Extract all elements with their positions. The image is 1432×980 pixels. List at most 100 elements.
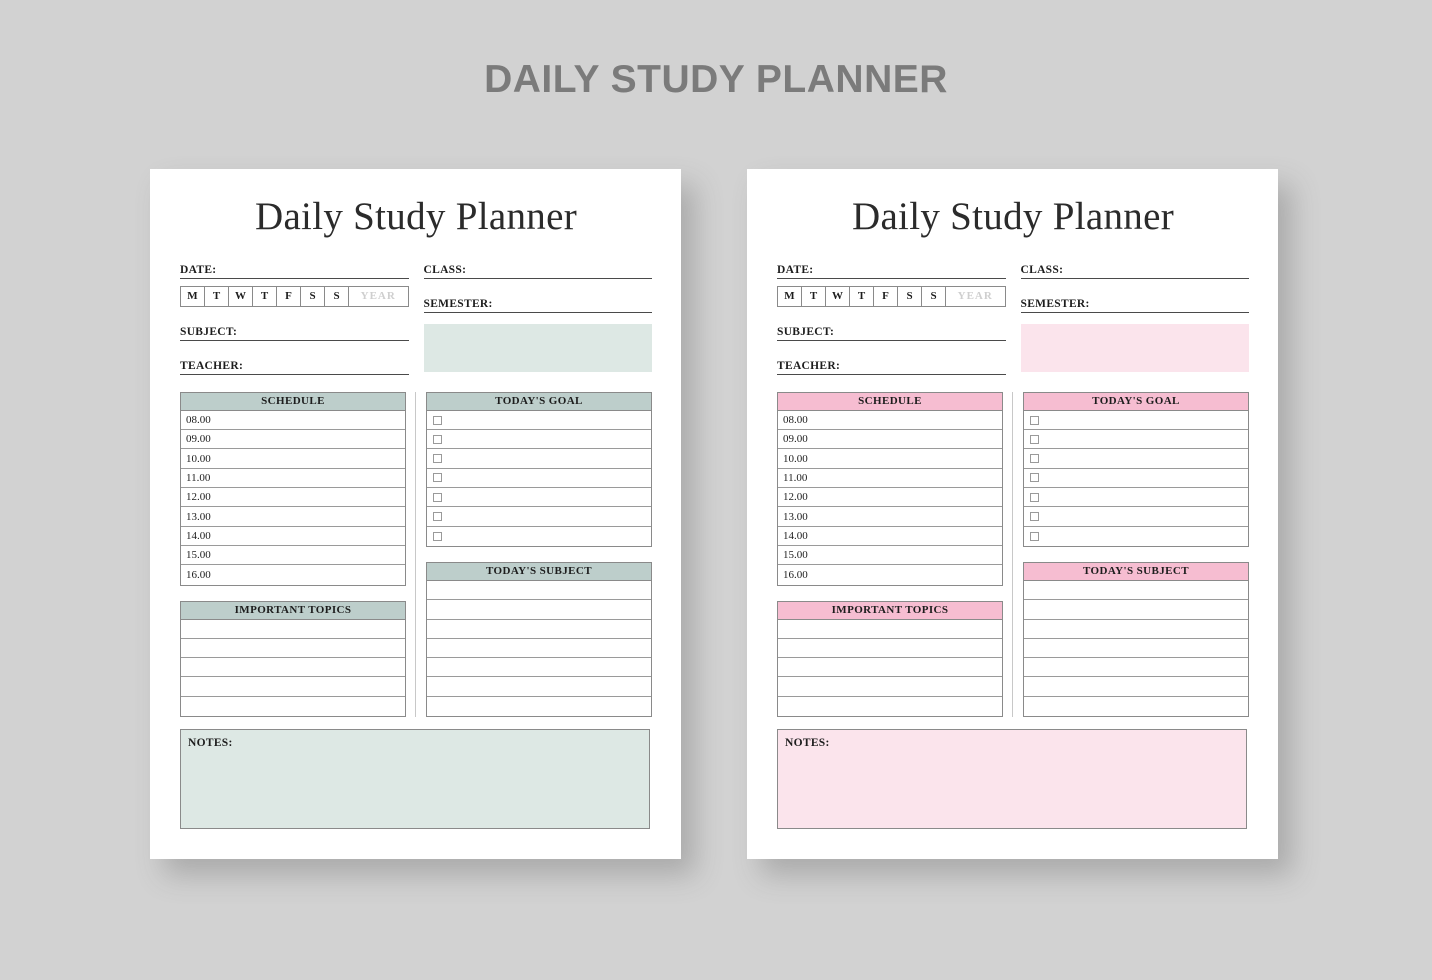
important-topics-row[interactable] bbox=[778, 620, 1002, 639]
todays-subject-row[interactable] bbox=[426, 600, 651, 620]
important-topics-row[interactable] bbox=[778, 677, 1002, 697]
semester-field[interactable]: SEMESTER: bbox=[1020, 291, 1249, 313]
date-field[interactable]: DATE: bbox=[180, 257, 409, 279]
day-cell-2[interactable]: W bbox=[229, 286, 253, 306]
day-cell-3[interactable]: T bbox=[253, 286, 277, 306]
checkbox-icon[interactable] bbox=[432, 473, 442, 483]
checkbox-icon[interactable] bbox=[1029, 512, 1039, 522]
todays-subject-row[interactable] bbox=[1023, 677, 1248, 697]
todays-goal-row[interactable] bbox=[426, 507, 651, 527]
notes-box[interactable]: NOTES: bbox=[180, 729, 650, 829]
schedule-row[interactable]: 12.00 bbox=[778, 488, 1002, 508]
day-cell-6[interactable]: S bbox=[922, 286, 946, 306]
todays-subject-row[interactable] bbox=[1023, 600, 1248, 620]
schedule-row[interactable]: 09.00 bbox=[181, 430, 405, 450]
schedule-row[interactable]: 14.00 bbox=[181, 527, 405, 546]
checkbox-icon[interactable] bbox=[1029, 473, 1039, 483]
todays-goal-row[interactable] bbox=[1023, 449, 1248, 469]
todays-subject-row[interactable] bbox=[426, 658, 651, 678]
class-field[interactable]: CLASS: bbox=[1020, 257, 1249, 279]
schedule-row[interactable]: 10.00 bbox=[778, 449, 1002, 469]
schedule-row[interactable]: 13.00 bbox=[181, 507, 405, 527]
important-topics-row[interactable] bbox=[181, 620, 405, 639]
day-cell-0[interactable]: M bbox=[778, 286, 802, 306]
todays-goal-row[interactable] bbox=[1024, 527, 1248, 546]
checkbox-icon[interactable] bbox=[432, 434, 442, 444]
todays-subject-row[interactable] bbox=[427, 697, 651, 716]
important-topics-row[interactable] bbox=[181, 639, 405, 659]
checkbox-icon[interactable] bbox=[432, 415, 442, 425]
important-topics-row[interactable] bbox=[778, 658, 1002, 678]
year-field[interactable]: YEAR bbox=[946, 287, 1005, 306]
schedule-row[interactable]: 11.00 bbox=[778, 469, 1002, 489]
subject-field[interactable]: SUBJECT: bbox=[180, 319, 409, 341]
day-cell-5[interactable]: S bbox=[898, 286, 922, 306]
schedule-time-label: 08.00 bbox=[783, 414, 808, 427]
schedule-row[interactable]: 16.00 bbox=[778, 565, 1002, 584]
teacher-field[interactable]: TEACHER: bbox=[180, 353, 409, 375]
day-cell-2[interactable]: W bbox=[826, 286, 850, 306]
important-topics-row[interactable] bbox=[181, 697, 405, 716]
year-field[interactable]: YEAR bbox=[349, 287, 408, 306]
class-field[interactable]: CLASS: bbox=[423, 257, 652, 279]
todays-goal-row[interactable] bbox=[427, 527, 651, 546]
todays-subject-row[interactable] bbox=[426, 677, 651, 697]
todays-goal-row[interactable] bbox=[426, 430, 651, 450]
day-cell-5[interactable]: S bbox=[301, 286, 325, 306]
schedule-row[interactable]: 12.00 bbox=[181, 488, 405, 508]
date-field[interactable]: DATE: bbox=[777, 257, 1006, 279]
todays-goal-row[interactable] bbox=[1023, 488, 1248, 508]
schedule-row[interactable]: 10.00 bbox=[181, 449, 405, 469]
checkbox-icon[interactable] bbox=[1029, 434, 1039, 444]
todays-subject-row[interactable] bbox=[426, 581, 651, 601]
subject-field[interactable]: SUBJECT: bbox=[777, 319, 1006, 341]
notes-box[interactable]: NOTES: bbox=[777, 729, 1247, 829]
todays-subject-row[interactable] bbox=[1024, 697, 1248, 716]
todays-goal-row[interactable] bbox=[1023, 507, 1248, 527]
schedule-row[interactable]: 15.00 bbox=[778, 546, 1002, 566]
todays-subject-row[interactable] bbox=[1023, 658, 1248, 678]
todays-subject-rows bbox=[425, 580, 652, 718]
todays-subject-row[interactable] bbox=[1023, 639, 1248, 659]
important-topics-row[interactable] bbox=[181, 677, 405, 697]
semester-field[interactable]: SEMESTER: bbox=[423, 291, 652, 313]
todays-goal-row[interactable] bbox=[426, 411, 651, 431]
todays-goal-row[interactable] bbox=[1023, 430, 1248, 450]
day-cell-1[interactable]: T bbox=[205, 286, 229, 306]
checkbox-icon[interactable] bbox=[432, 454, 442, 464]
todays-goal-row[interactable] bbox=[1023, 469, 1248, 489]
schedule-row[interactable]: 16.00 bbox=[181, 565, 405, 584]
schedule-row[interactable]: 08.00 bbox=[181, 411, 405, 431]
important-topics-row[interactable] bbox=[778, 697, 1002, 716]
todays-goal-row[interactable] bbox=[1023, 411, 1248, 431]
checkbox-icon[interactable] bbox=[1029, 454, 1039, 464]
day-cell-4[interactable]: F bbox=[277, 286, 301, 306]
checkbox-icon[interactable] bbox=[432, 512, 442, 522]
todays-subject-row[interactable] bbox=[426, 620, 651, 639]
schedule-row[interactable]: 11.00 bbox=[181, 469, 405, 489]
day-cell-1[interactable]: T bbox=[802, 286, 826, 306]
schedule-row[interactable]: 13.00 bbox=[778, 507, 1002, 527]
schedule-row[interactable]: 15.00 bbox=[181, 546, 405, 566]
todays-subject-row[interactable] bbox=[1023, 620, 1248, 639]
checkbox-icon[interactable] bbox=[1029, 415, 1039, 425]
todays-goal-row[interactable] bbox=[426, 488, 651, 508]
teacher-field[interactable]: TEACHER: bbox=[777, 353, 1006, 375]
important-topics-row[interactable] bbox=[778, 639, 1002, 659]
important-topics-row[interactable] bbox=[181, 658, 405, 678]
todays-subject-row[interactable] bbox=[426, 639, 651, 659]
checkbox-icon[interactable] bbox=[432, 531, 442, 541]
schedule-row[interactable]: 09.00 bbox=[778, 430, 1002, 450]
checkbox-icon[interactable] bbox=[1029, 531, 1039, 541]
schedule-row[interactable]: 08.00 bbox=[778, 411, 1002, 431]
day-cell-6[interactable]: S bbox=[325, 286, 349, 306]
day-cell-3[interactable]: T bbox=[850, 286, 874, 306]
day-cell-0[interactable]: M bbox=[181, 286, 205, 306]
checkbox-icon[interactable] bbox=[1029, 492, 1039, 502]
todays-goal-row[interactable] bbox=[426, 449, 651, 469]
schedule-row[interactable]: 14.00 bbox=[778, 527, 1002, 546]
todays-goal-row[interactable] bbox=[426, 469, 651, 489]
todays-subject-row[interactable] bbox=[1023, 581, 1248, 601]
day-cell-4[interactable]: F bbox=[874, 286, 898, 306]
checkbox-icon[interactable] bbox=[432, 492, 442, 502]
